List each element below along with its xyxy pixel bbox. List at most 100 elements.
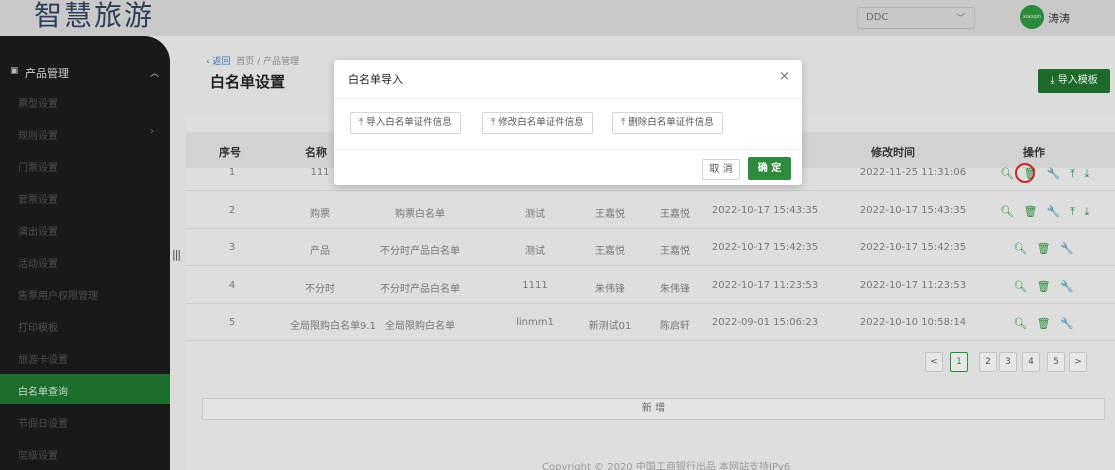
chevron-up-icon: ︿ <box>150 69 160 79</box>
sidebar-item-label: 白名单查询 <box>18 387 68 398</box>
table-row: 2 购票 购票白名单 测试 王嘉悦 王嘉悦 2022-10-17 15:43:35 2022-… <box>186 193 1115 229</box>
row-action-icons[interactable]: 🔍︎ 🗑 🔧 <box>1000 242 1090 255</box>
sidebar-item-label: 活动设置 <box>18 259 58 270</box>
cell-modify-time: 2022-10-17 11:23:53 <box>859 280 967 291</box>
sidebar-item-label: 规则设置 <box>18 131 58 142</box>
chevron-right-icon: › <box>150 126 154 137</box>
cell-create-time: 2022-10-17 15:43:35 <box>711 205 819 216</box>
back-link[interactable]: ‹ 返回 <box>206 57 230 67</box>
avatar[interactable]: xiaoqin <box>1020 5 1044 29</box>
footer: Copyright © 2020 中国工商银行出品 本网站支持IPv6 <box>542 462 791 470</box>
cell-name: 全局限购白名单9.1 <box>290 321 376 332</box>
sidebar-group-label: 产品管理 <box>25 67 69 80</box>
delete-whitelist-ids-button[interactable]: ⤒ 删除白名单证件信息 <box>612 112 723 134</box>
sidebar-item-shows[interactable]: 演出设置 <box>0 214 170 244</box>
org-select[interactable]: DDC ﹀ <box>857 7 975 29</box>
cell-type: 购票白名单 <box>395 209 445 220</box>
sidebar-item-tickets[interactable]: 门票设置 <box>0 150 170 180</box>
import-template-button[interactable]: ⤓ 导入模板 <box>1038 69 1110 93</box>
sidebar-resize-handle[interactable]: ||| <box>172 248 181 261</box>
dialog-title: 白名单导入 <box>348 73 403 86</box>
cell-name: 产品 <box>310 246 330 257</box>
page-5-button[interactable]: 5 <box>1047 352 1065 372</box>
username[interactable]: 涛涛 <box>1048 10 1070 26</box>
sidebar-item-label: 票型设置 <box>18 99 58 110</box>
cell-modifier: 朱伟锋 <box>660 284 690 295</box>
cell-creator: 王嘉悦 <box>595 209 625 220</box>
sidebar-item-label: 售票用户权限管理 <box>18 291 98 302</box>
cell-create-time: 2022-09-01 15:06:23 <box>711 317 819 328</box>
table-row: 4 不分时 不分时产品白名单 1111 朱伟锋 朱伟锋 2022-10-17 11:23:5… <box>186 268 1115 304</box>
page-1-button[interactable]: 1 <box>950 352 968 372</box>
sidebar-item-label: 打印模板 <box>18 323 58 334</box>
sidebar-item-label: 层级设置 <box>18 451 58 462</box>
menu-icon: ▣ <box>10 66 19 76</box>
page-2-button[interactable]: 2 <box>979 352 997 372</box>
cell-index: 3 <box>228 242 236 253</box>
org-select-value: DDC <box>866 12 889 23</box>
cell-create-time: 2022-10-17 15:42:35 <box>711 242 819 253</box>
cell-modifier: 王嘉悦 <box>660 246 690 257</box>
row-action-icons[interactable]: 🔍︎ 🗑 🔧 ⤒ ⤓ <box>1000 167 1090 181</box>
sidebar-item-activities[interactable]: 活动设置 <box>0 246 170 276</box>
cell-type: 全局限购白名单 <box>385 321 455 332</box>
row-action-icons[interactable]: 🔍︎ 🗑 🔧 <box>1000 280 1090 293</box>
sidebar-item-ticket-type[interactable]: 票型设置 <box>0 86 170 116</box>
cancel-button[interactable]: 取 消 <box>702 159 740 180</box>
cell-modify-time: 2022-10-17 15:42:35 <box>859 242 967 253</box>
sidebar-item-label: 节假日设置 <box>18 419 68 430</box>
sidebar-item-label: 套票设置 <box>18 195 58 206</box>
cell-name: 购票 <box>310 209 330 220</box>
table-row: 5 全局限购白名单9.1 全局限购白名单 linmm1 新测试01 陈启轩 2022-09-… <box>186 305 1115 341</box>
sidebar-group-product[interactable]: ▣ 产品管理 ︿ <box>0 62 170 86</box>
page-4-button[interactable]: 4 <box>1022 352 1040 372</box>
sidebar-item-label: 旅游卡设置 <box>18 355 68 366</box>
cell-creator: 朱伟锋 <box>595 284 625 295</box>
cell-remark: 测试 <box>525 209 545 220</box>
row-action-icons[interactable]: 🔍︎ 🗑 🔧 <box>1000 317 1090 330</box>
top-bar: 智慧旅游 DDC ﹀ xiaoqin 涛涛 <box>0 0 1115 36</box>
sidebar: ▣ 产品管理 ︿ 票型设置 规则设置 › 门票设置 套票设置 演出设置 活动设置 … <box>0 36 170 470</box>
cell-remark: linmm1 <box>516 317 554 328</box>
breadcrumb: ‹ 返回 首页 / 产品管理 <box>206 54 299 67</box>
next-page-button[interactable]: > <box>1069 352 1087 372</box>
cell-remark: 1111 <box>522 280 548 291</box>
sidebar-item-whitelist[interactable]: 白名单查询 <box>0 374 170 404</box>
sidebar-item-packages[interactable]: 套票设置 <box>0 182 170 212</box>
cell-modify-time: 2022-10-10 10:58:14 <box>859 317 967 328</box>
sidebar-item-holidays[interactable]: 节假日设置 <box>0 406 170 436</box>
sidebar-item-levels[interactable]: 层级设置 <box>0 438 170 468</box>
sidebar-item-user-permissions[interactable]: 售票用户权限管理 <box>0 278 170 308</box>
modify-whitelist-ids-button[interactable]: ⤒ 修改白名单证件信息 <box>482 112 593 134</box>
cell-modifier: 陈启轩 <box>660 321 690 332</box>
row-action-icons[interactable]: 🔍︎ 🗑 🔧 ⤒ ⤓ <box>1000 205 1090 219</box>
sidebar-item-rules[interactable]: 规则设置 › <box>0 118 170 148</box>
add-button[interactable]: 新 增 <box>202 398 1105 420</box>
sidebar-item-label: 门票设置 <box>18 163 58 174</box>
page-3-button[interactable]: 3 <box>999 352 1017 372</box>
cell-modifier: 王嘉悦 <box>660 209 690 220</box>
cell-modify-time: 2022-10-17 15:43:35 <box>859 205 967 216</box>
cell-creator: 王嘉悦 <box>595 246 625 257</box>
cell-index: 2 <box>228 205 236 216</box>
app-logo: 智慧旅游 <box>34 0 155 32</box>
cell-name: 不分时 <box>305 284 335 295</box>
annotation-circle <box>1015 163 1035 183</box>
prev-page-button[interactable]: < <box>925 352 943 372</box>
cell-index: 5 <box>228 317 236 328</box>
sidebar-item-print-template[interactable]: 打印模板 <box>0 310 170 340</box>
cell-creator: 新测试01 <box>588 321 632 332</box>
sidebar-item-travel-card[interactable]: 旅游卡设置 <box>0 342 170 372</box>
table-row: 3 产品 不分时产品白名单 测试 王嘉悦 王嘉悦 2022-10-17 15:42:35 20… <box>186 230 1115 266</box>
close-icon[interactable]: × <box>779 69 790 84</box>
cell-create-time: 2022-10-17 11:23:53 <box>711 280 819 291</box>
breadcrumb-path: 首页 / 产品管理 <box>236 57 299 67</box>
cell-index: 4 <box>228 280 236 291</box>
import-whitelist-ids-button[interactable]: ⤒ 导入白名单证件信息 <box>350 112 461 134</box>
cell-modify-time: 2022-11-25 11:31:06 <box>859 167 967 178</box>
confirm-button[interactable]: 确 定 <box>748 157 791 180</box>
sidebar-item-label: 演出设置 <box>18 227 58 238</box>
cell-remark: 测试 <box>525 246 545 257</box>
page-title: 白名单设置 <box>210 73 286 91</box>
cell-type: 不分时产品白名单 <box>380 246 460 257</box>
